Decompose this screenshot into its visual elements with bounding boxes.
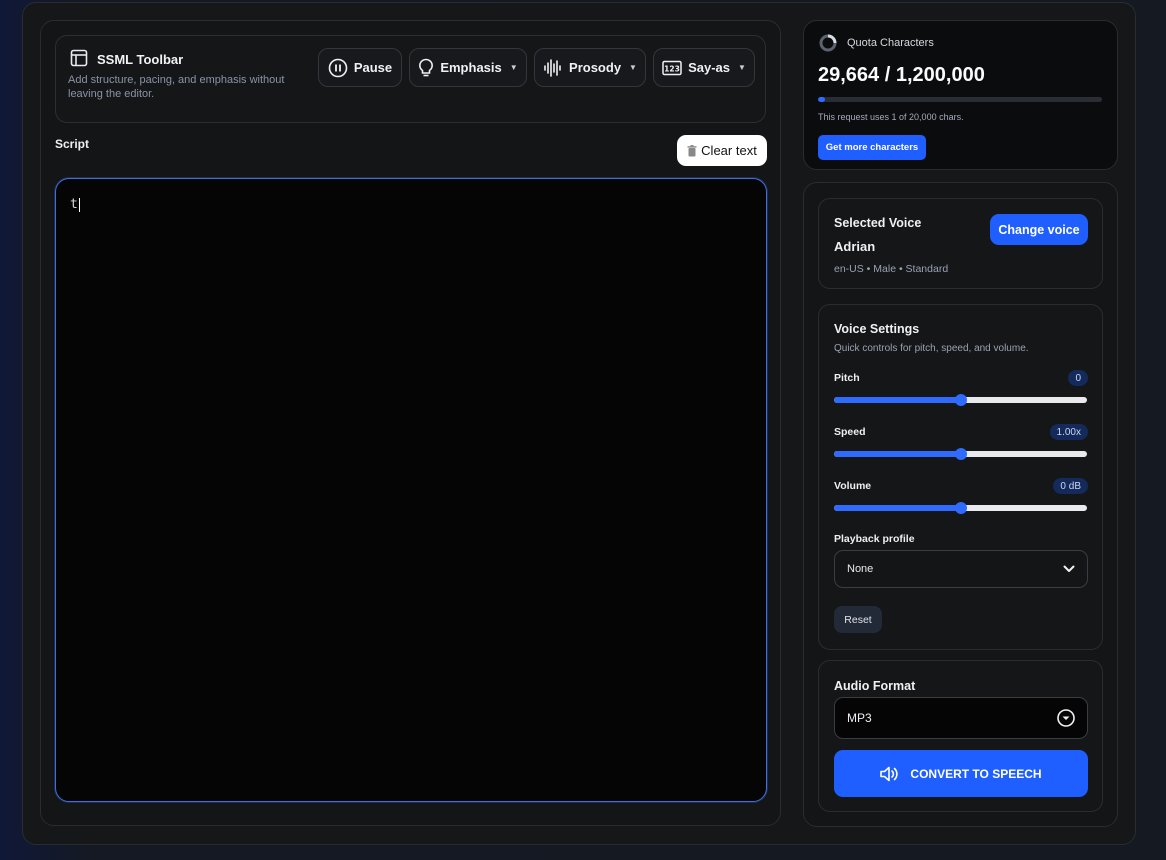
chevron-down-icon xyxy=(1063,565,1075,572)
pause-label: Pause xyxy=(353,60,393,75)
editor-panel: SSML Toolbar Add structure, pacing, and … xyxy=(40,20,781,826)
playback-profile-select[interactable]: None xyxy=(834,550,1088,588)
volume-slider-fill xyxy=(834,505,961,511)
quota-ring-icon xyxy=(819,34,837,52)
caret-down-icon: ▼ xyxy=(629,63,637,72)
lightbulb-icon xyxy=(419,58,434,76)
pitch-label: Pitch xyxy=(834,372,860,384)
toolbar-title: SSML Toolbar xyxy=(97,52,184,67)
prosody-button[interactable]: Prosody ▼ xyxy=(534,48,646,87)
pitch-slider[interactable] xyxy=(834,394,1087,406)
selected-voice-card: Selected Voice Adrian en-US • Male • Sta… xyxy=(818,198,1103,289)
change-voice-button[interactable]: Change voice xyxy=(990,214,1088,245)
convert-to-speech-button[interactable]: CONVERT TO SPEECH xyxy=(834,750,1088,797)
caret-down-icon: ▼ xyxy=(509,63,518,72)
volume-slider[interactable] xyxy=(834,502,1087,514)
trash-icon xyxy=(687,144,697,156)
quota-value: 29,664 / 1,200,000 xyxy=(818,64,985,86)
get-more-characters-button[interactable]: Get more characters xyxy=(818,135,926,160)
ssml-toolbar: SSML Toolbar Add structure, pacing, and … xyxy=(55,35,766,123)
emphasis-button[interactable]: Emphasis ▼ xyxy=(409,48,527,87)
caret-down-icon: ▼ xyxy=(738,63,746,72)
volume-label: Volume xyxy=(834,480,872,492)
voice-settings-title: Voice Settings xyxy=(834,322,920,336)
clear-text-label: Clear text xyxy=(701,143,757,158)
selected-voice-title: Selected Voice xyxy=(834,216,922,230)
quota-progress-bar xyxy=(818,97,1102,102)
settings-panel: Selected Voice Adrian en-US • Male • Sta… xyxy=(803,182,1118,827)
voice-settings-card: Voice Settings Quick controls for pitch,… xyxy=(818,304,1103,650)
audio-format-title: Audio Format xyxy=(834,679,916,693)
pitch-value-badge: 0 xyxy=(1068,370,1088,386)
script-editor[interactable]: t xyxy=(55,178,767,802)
script-text: t xyxy=(70,197,78,212)
say-as-label: Say-as xyxy=(688,60,730,75)
svg-text:123: 123 xyxy=(664,64,680,73)
circle-chevron-down-icon xyxy=(1057,709,1075,727)
text-cursor xyxy=(78,197,80,212)
emphasis-label: Emphasis xyxy=(440,60,502,75)
speed-slider-fill xyxy=(834,451,961,457)
speaker-icon xyxy=(880,766,899,781)
script-label: Script xyxy=(55,137,90,151)
waveform-icon xyxy=(544,58,561,77)
audio-format-value: MP3 xyxy=(847,711,872,725)
clear-text-button[interactable]: Clear text xyxy=(677,135,767,166)
audio-format-card: Audio Format MP3 CONVERT TO SPEECH xyxy=(818,660,1103,812)
voice-settings-description: Quick controls for pitch, speed, and vol… xyxy=(834,343,1029,354)
speed-label: Speed xyxy=(834,426,866,438)
speed-slider[interactable] xyxy=(834,448,1087,460)
prosody-label: Prosody xyxy=(569,60,622,75)
voice-name: Adrian xyxy=(834,239,876,254)
numbers-123-icon: 123 xyxy=(662,60,682,75)
pitch-slider-fill xyxy=(834,397,961,403)
speed-value-badge: 1.00x xyxy=(1049,424,1088,440)
playback-profile-label: Playback profile xyxy=(834,533,915,545)
toolbar-description: Add structure, pacing, and emphasis with… xyxy=(68,74,285,100)
pause-icon xyxy=(328,58,348,77)
say-as-button[interactable]: 123 Say-as ▼ xyxy=(653,48,755,87)
voice-meta: en-US • Male • Standard xyxy=(834,263,949,275)
quota-label: Quota Characters xyxy=(847,37,934,49)
audio-format-select[interactable]: MP3 xyxy=(834,697,1088,739)
volume-slider-thumb[interactable] xyxy=(954,502,967,514)
playback-profile-value: None xyxy=(847,563,874,575)
window-icon xyxy=(70,49,88,67)
reset-button[interactable]: Reset xyxy=(834,606,882,633)
pause-button[interactable]: Pause xyxy=(318,48,402,87)
quota-card: Quota Characters 29,664 / 1,200,000 This… xyxy=(803,20,1118,170)
speed-slider-thumb[interactable] xyxy=(954,448,967,460)
convert-to-speech-label: CONVERT TO SPEECH xyxy=(910,766,1042,781)
quota-progress-fill xyxy=(818,97,825,102)
pitch-slider-thumb[interactable] xyxy=(954,394,967,406)
volume-value-badge: 0 dB xyxy=(1053,478,1088,494)
quota-note: This request uses 1 of 20,000 chars. xyxy=(818,112,964,122)
